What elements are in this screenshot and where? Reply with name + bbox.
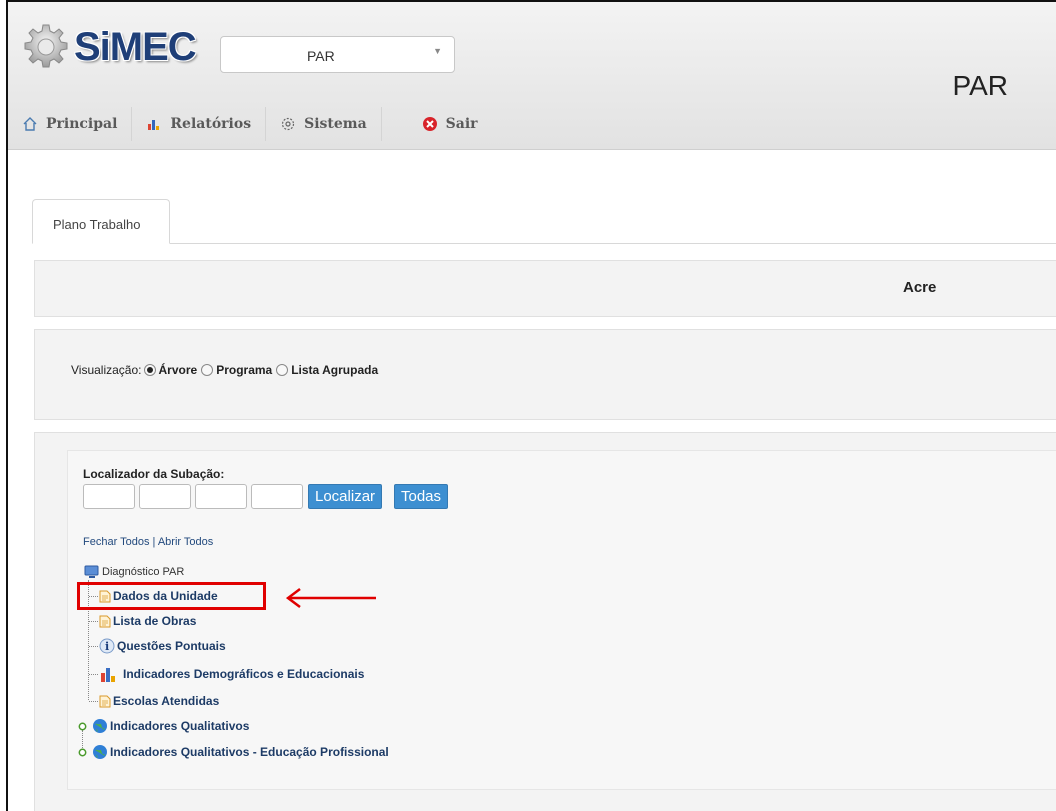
menu-item-sair[interactable]: Sair [382, 107, 492, 141]
visualization-options: Visualização: Árvore Programa Lista Agru… [71, 363, 380, 377]
locator-input-4[interactable] [251, 484, 303, 509]
bar-chart-icon [146, 116, 162, 132]
left-arrow-icon [286, 588, 376, 608]
menu-label-sistema: Sistema [304, 116, 367, 132]
locator-label: Localizador da Subação: [83, 467, 225, 481]
tree-item-label: Indicadores Qualitativos [110, 719, 250, 733]
visualization-panel: Visualização: Árvore Programa Lista Agru… [34, 329, 1056, 420]
radio-arvore[interactable] [143, 364, 156, 376]
all-button[interactable]: Todas [394, 484, 449, 509]
radio-label-lista-agrupada[interactable]: Lista Agrupada [291, 363, 378, 377]
open-all-link[interactable]: Abrir Todos [158, 536, 213, 548]
chevron-down-icon: ▼ [433, 46, 442, 56]
gear-logo-icon [24, 24, 68, 68]
menu-item-sistema[interactable]: Sistema [266, 107, 382, 141]
state-panel: Acre [34, 260, 1056, 317]
tree-controls: Fechar Todos | Abrir Todos [83, 536, 213, 548]
close-all-link[interactable]: Fechar Todos [83, 536, 149, 548]
radio-programa[interactable] [201, 364, 214, 376]
gear-icon [280, 116, 296, 132]
info-icon: i [99, 638, 115, 654]
tree-item-questoes-pontuais[interactable]: i Questões Pontuais [89, 638, 226, 654]
bar-chart-icon [99, 665, 117, 683]
locator-input-1[interactable] [83, 484, 135, 509]
tree-container: Localizador da Subação: Localizar Todas … [67, 450, 1056, 790]
expand-node-icon[interactable] [78, 748, 87, 757]
system-select-value: PAR [307, 48, 335, 64]
document-icon [99, 695, 111, 708]
tree-item-indicadores-demograficos[interactable]: Indicadores Demográficos e Educacionais [89, 665, 364, 683]
simec-logo[interactable]: SiMEC [22, 22, 197, 72]
tree-controls-separator: | [152, 536, 156, 548]
menu-label-sair: Sair [445, 116, 478, 132]
tab-plano-trabalho[interactable]: Plano Trabalho [32, 199, 170, 244]
menu-label-relatorios: Relatórios [170, 116, 252, 132]
menu-item-relatorios[interactable]: Relatórios [132, 107, 267, 141]
tree-item-label: Escolas Atendidas [113, 694, 220, 708]
menu-label-principal: Principal [46, 116, 118, 132]
locate-button[interactable]: Localizar [308, 484, 383, 509]
tree-item-label: Questões Pontuais [117, 639, 226, 653]
tree-root[interactable]: Diagnóstico PAR [84, 565, 184, 579]
home-icon [22, 116, 38, 132]
tree-item-lista-de-obras[interactable]: Lista de Obras [89, 614, 196, 628]
highlight-box [77, 582, 266, 610]
logo-text: SiMEC [74, 24, 197, 69]
tab-divider [32, 243, 1056, 244]
visualization-label: Visualização: [71, 363, 142, 377]
radio-label-programa[interactable]: Programa [216, 363, 272, 377]
tree-item-label: Indicadores Qualitativos - Educação Prof… [110, 745, 389, 759]
header: SiMEC PAR ▼ PAR Principal Relatórios Sis… [8, 2, 1056, 150]
tree-item-indicadores-qualitativos[interactable]: Indicadores Qualitativos [78, 718, 249, 734]
radio-label-arvore[interactable]: Árvore [159, 363, 198, 377]
app-title: PAR [952, 70, 1009, 101]
radio-lista-agrupada[interactable] [276, 364, 289, 376]
locator-input-2[interactable] [139, 484, 191, 509]
main-menu: Principal Relatórios Sistema Sair [8, 107, 492, 141]
globe-icon [92, 718, 108, 734]
computer-icon [84, 565, 100, 579]
svg-text:i: i [105, 640, 109, 653]
system-select[interactable]: PAR ▼ [220, 36, 455, 73]
tree-root-label: Diagnóstico PAR [102, 566, 185, 578]
tree-item-escolas-atendidas[interactable]: Escolas Atendidas [89, 694, 219, 708]
document-icon [99, 615, 111, 628]
expand-node-icon[interactable] [78, 722, 87, 731]
tree-item-indicadores-qualitativos-ep[interactable]: Indicadores Qualitativos - Educação Prof… [78, 744, 389, 760]
globe-icon [92, 744, 108, 760]
tree-item-label: Lista de Obras [113, 614, 197, 628]
menu-item-principal[interactable]: Principal [8, 107, 133, 141]
locator-input-3[interactable] [195, 484, 247, 509]
page-frame: SiMEC PAR ▼ PAR Principal Relatórios Sis… [6, 0, 1056, 811]
tree-item-label: Indicadores Demográficos e Educacionais [123, 667, 365, 681]
exit-icon [422, 116, 438, 132]
state-name: Acre [903, 279, 937, 296]
